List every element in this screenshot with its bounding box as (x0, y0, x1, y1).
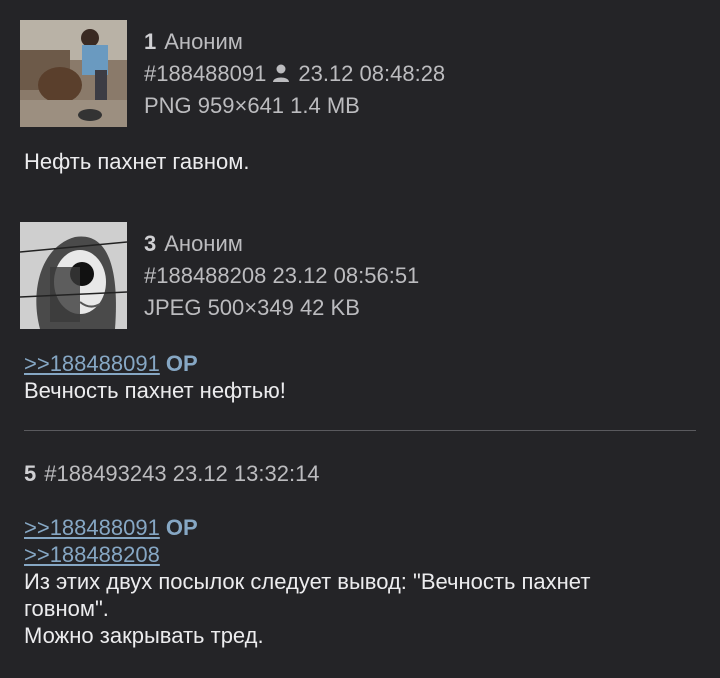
post-1-meta: 1 Аноним #188488091 23.12 08:48:28 PNG 959… (144, 26, 445, 122)
post-5-text-line: Можно закрывать тред. (24, 623, 264, 648)
post-3-thumbnail[interactable] (20, 222, 127, 329)
op-badge: OP (165, 351, 198, 376)
author-name: Аноним (164, 231, 243, 256)
post-5-meta: 5 #188493243 23.12 13:32:14 (24, 458, 320, 490)
post-number[interactable]: 3 (144, 231, 156, 256)
reply-link[interactable]: >>188488208 (24, 542, 160, 567)
post-datetime: 23.12 08:48:28 (298, 61, 446, 86)
divider (24, 430, 696, 431)
post-3-text: Вечность пахнет нефтью! (24, 378, 286, 403)
reply-link[interactable]: >>188488091 (24, 515, 160, 540)
op-badge: OP (165, 515, 198, 540)
post-1-thumbnail[interactable] (20, 20, 127, 127)
post-datetime: 23.12 08:56:51 (272, 263, 420, 288)
post-5-text-line: говном". (24, 596, 109, 621)
person-icon (273, 64, 290, 82)
author-name: Аноним (164, 29, 243, 54)
post-id[interactable]: #188488091 (144, 61, 266, 86)
post-1-text: Нефть пахнет гавном. (24, 149, 250, 174)
post-number[interactable]: 5 (24, 461, 36, 486)
post-number[interactable]: 1 (144, 29, 156, 54)
post-id[interactable]: #188488208 (144, 263, 266, 288)
post-3-body: >>188488091 OP Вечность пахнет нефтью! (24, 350, 286, 404)
post-5-text-line: Из этих двух посылок следует вывод: "Веч… (24, 569, 591, 594)
post-3-meta: 3 Аноним #188488208 23.12 08:56:51 JPEG 5… (144, 228, 419, 324)
reply-link[interactable]: >>188488091 (24, 351, 160, 376)
post-datetime: 23.12 13:32:14 (172, 461, 320, 486)
post-5-body: >>188488091 OP >>188488208 Из этих двух п… (24, 514, 590, 649)
file-info[interactable]: JPEG 500×349 42 KB (144, 295, 360, 320)
post-id[interactable]: #188493243 (44, 461, 166, 486)
file-info[interactable]: PNG 959×641 1.4 MB (144, 93, 360, 118)
